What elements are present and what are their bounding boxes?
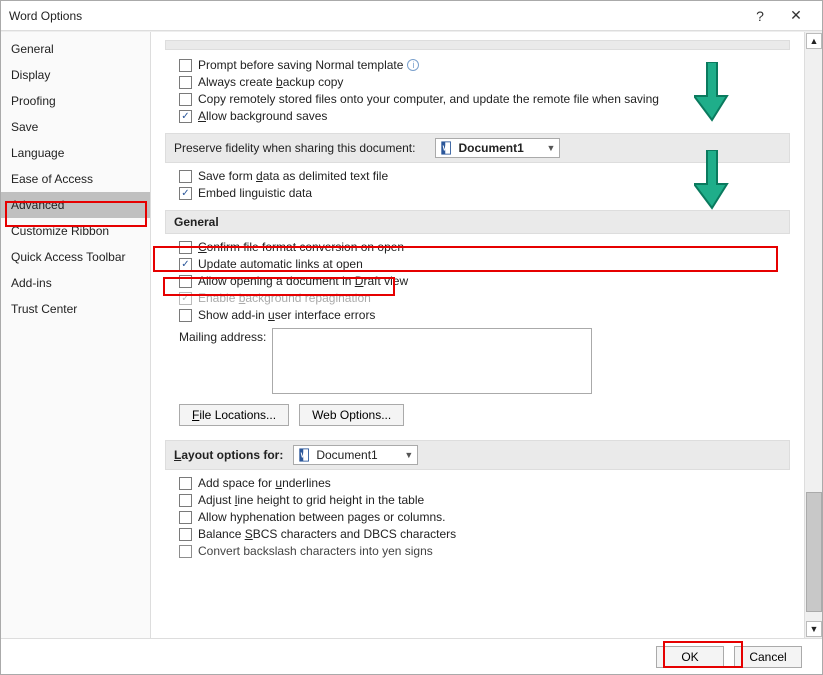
dropdown-text: Document1 <box>316 448 396 462</box>
ok-button[interactable]: OK <box>656 646 724 668</box>
sidebar-item-general[interactable]: General <box>1 36 150 62</box>
sidebar-item-customize-ribbon[interactable]: Customize Ribbon <box>1 218 150 244</box>
check-space-underlines[interactable]: Add space for underlines <box>179 476 790 490</box>
mailing-address-row: Mailing address: <box>179 328 790 394</box>
checkbox-icon[interactable] <box>179 494 192 507</box>
section-header: General <box>174 215 219 229</box>
checkbox-icon <box>179 292 192 305</box>
check-label: Prompt before saving Normal template <box>198 58 403 72</box>
check-addin-errors[interactable]: Show add-in user interface errors <box>179 308 790 322</box>
checkbox-icon[interactable] <box>179 528 192 541</box>
checkbox-icon[interactable] <box>179 258 192 271</box>
checkbox-icon[interactable] <box>179 187 192 200</box>
check-allow-hyphenation[interactable]: Allow hyphenation between pages or colum… <box>179 510 790 524</box>
check-label: Embed linguistic data <box>198 186 312 200</box>
check-update-links[interactable]: Update automatic links at open <box>179 257 790 271</box>
close-button[interactable]: ✕ <box>778 7 814 24</box>
sidebar-item-display[interactable]: Display <box>1 62 150 88</box>
scroll-down-button[interactable]: ▼ <box>806 621 822 637</box>
sidebar-item-add-ins[interactable]: Add-ins <box>1 270 150 296</box>
sidebar-item-quick-access-toolbar[interactable]: Quick Access Toolbar <box>1 244 150 270</box>
mailing-label: Mailing address: <box>179 328 266 394</box>
general-buttons: File File Locations...Locations... Web O… <box>179 404 790 426</box>
check-label: Allow hyphenation between pages or colum… <box>198 510 446 524</box>
check-backup-copy[interactable]: Always create backup copy <box>179 75 790 89</box>
check-confirm-conversion[interactable]: Confirm file format conversion on open <box>179 240 790 254</box>
sidebar-item-proofing[interactable]: Proofing <box>1 88 150 114</box>
svg-text:W: W <box>301 453 308 460</box>
section-header: Layout options for: <box>174 448 283 462</box>
sidebar-item-ease-of-access[interactable]: Ease of Access <box>1 166 150 192</box>
checkbox-icon[interactable] <box>179 241 192 254</box>
dialog-title: Word Options <box>9 9 742 23</box>
fidelity-document-dropdown[interactable]: W Document1 ▼ <box>435 138 560 158</box>
sidebar-item-trust-center[interactable]: Trust Center <box>1 296 150 322</box>
web-options-button[interactable]: Web Options... <box>299 404 404 426</box>
section-layout-options: Layout options for: W Document1 ▼ <box>165 440 790 470</box>
word-options-dialog: Word Options ? ✕ General Display Proofin… <box>0 0 823 675</box>
word-doc-icon: W <box>298 448 312 462</box>
check-draft-view[interactable]: Allow opening a document in Draft view <box>179 274 790 288</box>
svg-text:W: W <box>443 146 450 153</box>
check-label: Confirm file format conversion on open <box>198 240 404 254</box>
help-button[interactable]: ? <box>742 8 778 24</box>
check-label: Update automatic links at open <box>198 257 363 271</box>
word-doc-icon: W <box>440 141 454 155</box>
dropdown-text: Document1 <box>458 141 538 155</box>
sidebar-item-save[interactable]: Save <box>1 114 150 140</box>
dialog-body: General Display Proofing Save Language E… <box>1 31 822 638</box>
check-embed-linguistic[interactable]: Embed linguistic data <box>179 186 790 200</box>
check-convert-backslash[interactable]: Convert backslash characters into yen si… <box>179 544 790 558</box>
checkbox-icon[interactable] <box>179 76 192 89</box>
section-preserve-fidelity: Preserve fidelity when sharing this docu… <box>165 133 790 163</box>
checkbox-icon[interactable] <box>179 545 192 558</box>
checkbox-icon[interactable] <box>179 170 192 183</box>
info-icon[interactable]: i <box>407 59 419 71</box>
check-label: Allow opening a document in Draft view <box>198 274 408 288</box>
scroll-thumb[interactable] <box>806 492 822 612</box>
chevron-down-icon: ▼ <box>546 143 555 153</box>
check-label: Enable background repagination <box>198 291 371 305</box>
scroll-content: Prompt before saving Normal template i A… <box>151 32 804 638</box>
dialog-footer: OK Cancel <box>1 638 822 674</box>
section-header: Preserve fidelity when sharing this docu… <box>174 141 415 155</box>
check-label: Convert backslash characters into yen si… <box>198 544 433 558</box>
check-line-height-grid[interactable]: Adjust line height to grid height in the… <box>179 493 790 507</box>
prev-section-bar <box>165 40 790 50</box>
chevron-down-icon: ▼ <box>404 450 413 460</box>
content-area: Prompt before saving Normal template i A… <box>151 32 822 638</box>
titlebar: Word Options ? ✕ <box>1 1 822 31</box>
scroll-up-button[interactable]: ▲ <box>806 33 822 49</box>
mailing-address-input[interactable] <box>272 328 592 394</box>
layout-document-dropdown[interactable]: W Document1 ▼ <box>293 445 418 465</box>
check-background-repagination: Enable background repagination <box>179 291 790 305</box>
check-label: Balance SBCS characters and DBCS charact… <box>198 527 456 541</box>
file-locations-button[interactable]: File File Locations...Locations... <box>179 404 289 426</box>
check-label: Allow background saves <box>198 109 327 123</box>
check-label: Adjust line height to grid height in the… <box>198 493 424 507</box>
check-prompt-normal[interactable]: Prompt before saving Normal template i <box>179 58 790 72</box>
check-save-form-data[interactable]: Save form data as delimited text file <box>179 169 790 183</box>
checkbox-icon[interactable] <box>179 511 192 524</box>
checkbox-icon[interactable] <box>179 93 192 106</box>
check-label: Save form data as delimited text file <box>198 169 388 183</box>
checkbox-icon[interactable] <box>179 275 192 288</box>
check-copy-remote[interactable]: Copy remotely stored files onto your com… <box>179 92 790 106</box>
check-label: Show add-in user interface errors <box>198 308 375 322</box>
checkbox-icon[interactable] <box>179 59 192 72</box>
check-label: Add space for underlines <box>198 476 331 490</box>
cancel-button[interactable]: Cancel <box>734 646 802 668</box>
sidebar-item-language[interactable]: Language <box>1 140 150 166</box>
check-balance-sbcs[interactable]: Balance SBCS characters and DBCS charact… <box>179 527 790 541</box>
check-label: Always create backup copy <box>198 75 343 89</box>
sidebar-item-advanced[interactable]: Advanced <box>1 192 150 218</box>
section-general: General <box>165 210 790 234</box>
checkbox-icon[interactable] <box>179 110 192 123</box>
sidebar: General Display Proofing Save Language E… <box>1 32 151 638</box>
scrollbar[interactable]: ▲ ▼ <box>804 32 822 638</box>
check-background-saves[interactable]: Allow background saves <box>179 109 790 123</box>
checkbox-icon[interactable] <box>179 477 192 490</box>
checkbox-icon[interactable] <box>179 309 192 322</box>
check-label: Copy remotely stored files onto your com… <box>198 92 659 106</box>
